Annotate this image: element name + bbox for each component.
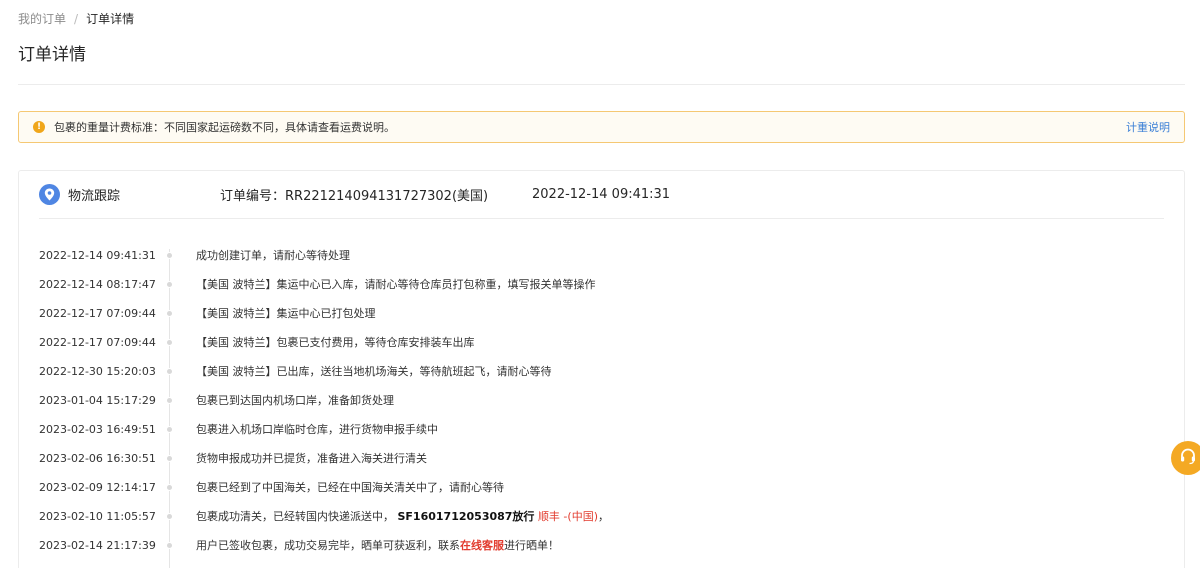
timeline-dot (166, 454, 173, 462)
event-description: 包裹已经到了中国海关，已经在中国海关清关中了，请耐心等待 (196, 481, 504, 494)
breadcrumb-current: 订单详情 (86, 12, 135, 26)
breadcrumb-separator: / (74, 11, 79, 26)
online-service-link[interactable]: 在线客服 (460, 539, 504, 552)
notice-text: 包裹的重量计费标准：不同国家起运磅数不同，具体请查看运费说明。 (54, 121, 395, 134)
breadcrumb: 我的订单 / 订单详情 (18, 10, 134, 27)
timeline-dot (166, 396, 173, 404)
timeline-dot (166, 367, 173, 375)
weight-notice-banner: ! 包裹的重量计费标准：不同国家起运磅数不同，具体请查看运费说明。 计重说明 (18, 111, 1185, 143)
timeline-item: 2023-02-03 16:49:51 包裹进入机场口岸临时仓库，进行货物申报手… (19, 419, 1184, 439)
timeline-item: 2023-02-10 11:05:57 包裹成功清关，已经转国内快递派送中， S… (19, 506, 1184, 526)
breadcrumb-my-orders[interactable]: 我的订单 (18, 10, 66, 27)
order-number: 订单编号：RR221214094131727302(美国) (220, 189, 489, 204)
timeline-item: 2023-02-14 21:17:39 用户已签收包裹，成功交易完毕，晒单可获返… (19, 535, 1184, 555)
weight-explanation-link[interactable]: 计重说明 (1126, 119, 1170, 135)
carrier-name[interactable]: 顺丰 -(中国) (538, 510, 598, 523)
event-desc-suffix: 进行晒单！ (504, 539, 559, 552)
event-desc-prefix: 包裹成功清关，已经转国内快递派送中， (196, 510, 394, 523)
timeline-dot (166, 483, 173, 491)
tracking-panel: 物流跟踪 订单编号：RR221214094131727302(美国) 2022-… (18, 170, 1185, 568)
timeline-dot (166, 251, 173, 259)
timeline-dot (166, 425, 173, 433)
page-title: 订单详情 (18, 45, 86, 65)
location-pin-icon (39, 184, 60, 205)
event-desc-suffix: ， (598, 510, 609, 523)
event-description: 成功创建订单，请耐心等待处理 (196, 249, 350, 262)
event-time: 2023-02-09 12:14:17 (39, 480, 156, 494)
event-time: 2022-12-14 08:17:47 (39, 277, 156, 291)
order-time: 2022-12-14 09:41:31 (532, 187, 671, 202)
event-description: 包裹进入机场口岸临时仓库，进行货物申报手续中 (196, 423, 438, 436)
event-description: 【美国 波特兰】集运中心已打包处理 (196, 307, 376, 320)
tracking-title: 物流跟踪 (68, 189, 121, 204)
headset-icon (1179, 447, 1197, 469)
event-desc-prefix: 用户已签收包裹，成功交易完毕，晒单可获返利，联系 (196, 539, 460, 552)
timeline-item: 2022-12-30 15:20:03 【美国 波特兰】已出库，送往当地机场海关… (19, 361, 1184, 381)
timeline-dot (166, 309, 173, 317)
timeline-dot (166, 338, 173, 346)
timeline-item: 2023-02-06 16:30:51 货物申报成功并已提货，准备进入海关进行清… (19, 448, 1184, 468)
event-description: 包裹已到达国内机场口岸，准备卸货处理 (196, 394, 394, 407)
event-description: 【美国 波特兰】包裹已支付费用，等待仓库安排装车出库 (196, 336, 475, 349)
event-description: 【美国 波特兰】集运中心已入库，请耐心等待仓库员打包称重，填写报关单等操作 (196, 278, 596, 291)
tracking-number: SF1601712053087放行 (397, 510, 535, 523)
tracking-header: 物流跟踪 订单编号：RR221214094131727302(美国) 2022-… (39, 171, 1164, 219)
timeline-dot (166, 512, 173, 520)
timeline-item: 2023-02-09 12:14:17 包裹已经到了中国海关，已经在中国海关清关… (19, 477, 1184, 497)
event-time: 2022-12-17 07:09:44 (39, 335, 156, 349)
event-time: 2023-02-10 11:05:57 (39, 509, 156, 523)
customer-support-button[interactable] (1171, 441, 1200, 475)
event-time: 2023-02-14 21:17:39 (39, 538, 156, 552)
event-time: 2023-02-03 16:49:51 (39, 422, 156, 436)
timeline-item: 2022-12-17 07:09:44 【美国 波特兰】集运中心已打包处理 (19, 303, 1184, 323)
event-time: 2022-12-14 09:41:31 (39, 248, 156, 262)
event-description: 【美国 波特兰】已出库，送往当地机场海关，等待航班起飞，请耐心等待 (196, 365, 552, 378)
event-time: 2022-12-17 07:09:44 (39, 306, 156, 320)
timeline-item: 2023-01-04 15:17:29 包裹已到达国内机场口岸，准备卸货处理 (19, 390, 1184, 410)
timeline-item: 2022-12-14 09:41:31 成功创建订单，请耐心等待处理 (19, 245, 1184, 265)
timeline-dot (166, 280, 173, 288)
warning-icon: ! (33, 121, 45, 133)
event-description: 用户已签收包裹，成功交易完毕，晒单可获返利，联系在线客服进行晒单！ (196, 537, 559, 553)
event-description: 包裹成功清关，已经转国内快递派送中， SF1601712053087放行 顺丰 … (196, 508, 609, 524)
event-time: 2022-12-30 15:20:03 (39, 364, 156, 378)
event-time: 2023-01-04 15:17:29 (39, 393, 156, 407)
title-divider (18, 84, 1185, 85)
timeline-item: 2022-12-17 07:09:44 【美国 波特兰】包裹已支付费用，等待仓库… (19, 332, 1184, 352)
timeline-item: 2022-12-14 08:17:47 【美国 波特兰】集运中心已入库，请耐心等… (19, 274, 1184, 294)
timeline-dot (166, 541, 173, 549)
event-description: 货物申报成功并已提货，准备进入海关进行清关 (196, 452, 427, 465)
event-time: 2023-02-06 16:30:51 (39, 451, 156, 465)
